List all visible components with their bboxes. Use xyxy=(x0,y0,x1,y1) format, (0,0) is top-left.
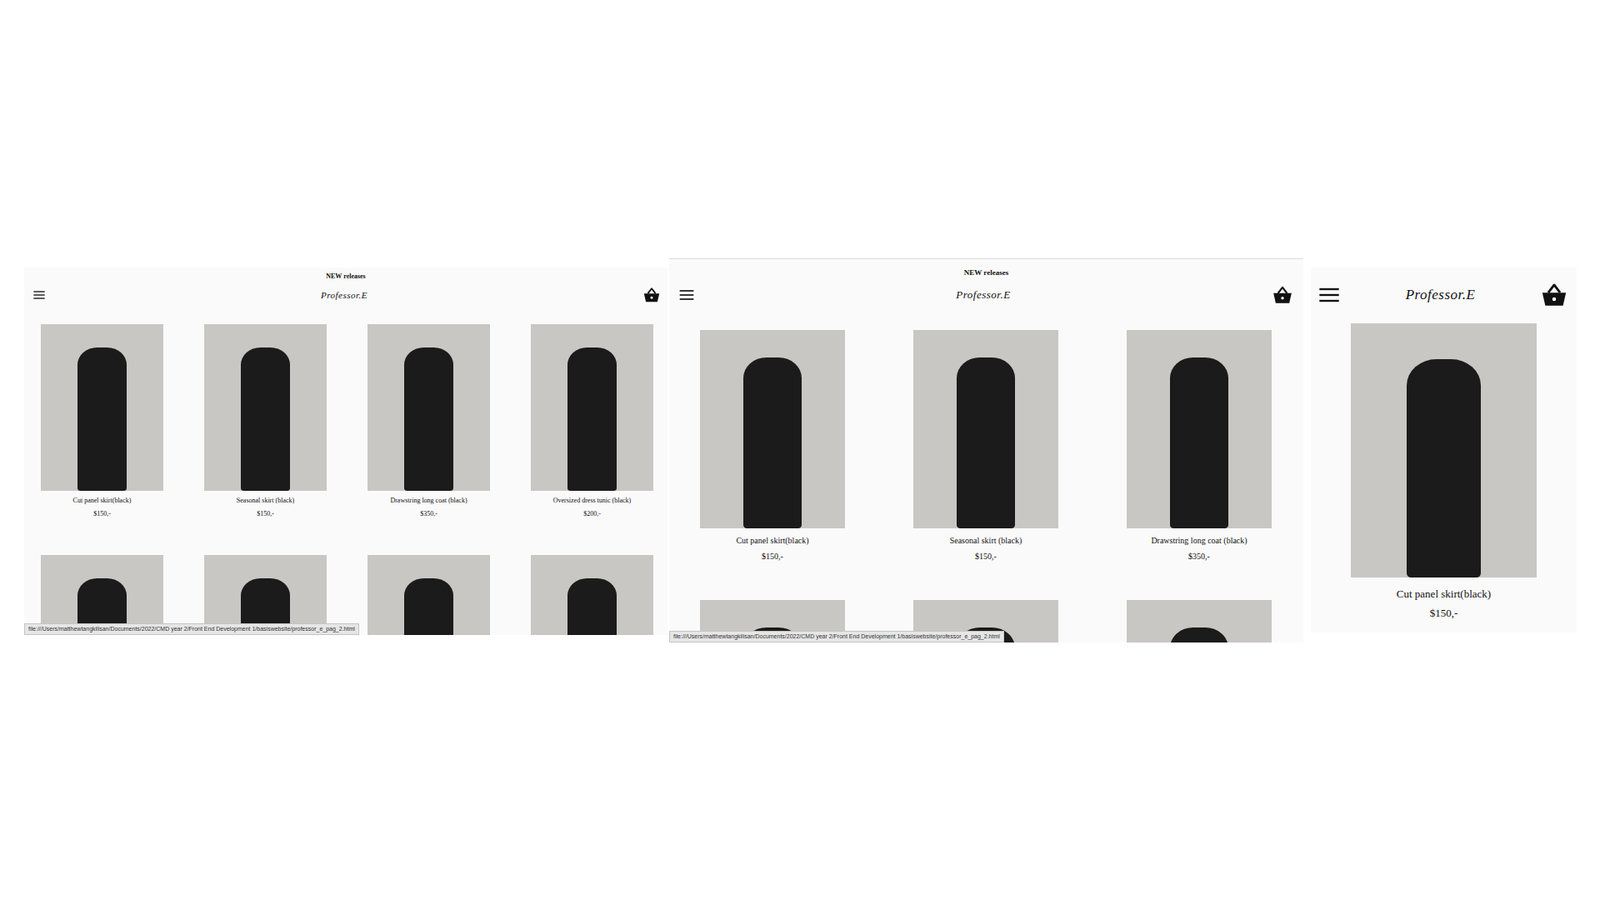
logo[interactable]: Professor.E xyxy=(955,288,1010,302)
announcement-banner: NEW releases xyxy=(669,259,1304,278)
product-name: Cut panel skirt(black) xyxy=(73,495,132,505)
cart-button[interactable] xyxy=(1540,280,1569,310)
product-price: $350,- xyxy=(1188,550,1210,562)
mobile-view: Professor.E Cut panel skirt(black) $150,… xyxy=(1310,267,1577,633)
product-name: Seasonal skirt (black) xyxy=(950,535,1023,546)
basket-icon xyxy=(642,285,661,305)
product-name: Cut panel skirt(black) xyxy=(1396,587,1491,601)
basket-icon xyxy=(1271,284,1294,306)
product-grid: Cut panel skirt(black) $150,- xyxy=(1310,314,1577,620)
menu-button[interactable] xyxy=(32,288,46,302)
nav-bar: Professor.E xyxy=(669,277,1304,313)
menu-button[interactable] xyxy=(678,286,695,304)
product-photo xyxy=(367,555,490,635)
product-card[interactable]: Oversized dress tunic (black) $200,- xyxy=(530,324,654,519)
hamburger-icon xyxy=(678,286,695,304)
product-card[interactable]: Cut panel skirt(black) $150,- xyxy=(700,330,845,562)
product-price: $150,- xyxy=(975,550,997,562)
desktop-view: NEW releases Professor.E Cut panel skirt… xyxy=(24,267,668,635)
product-price: $350,- xyxy=(420,509,438,519)
status-url: file:///Users/matthewtangkilisan/Documen… xyxy=(24,623,360,635)
menu-button[interactable] xyxy=(1317,283,1341,307)
product-photo xyxy=(700,330,845,529)
product-name: Oversized dress tunic (black) xyxy=(553,495,632,505)
responsive-views: NEW releases Professor.E Cut panel skirt… xyxy=(0,0,1600,643)
status-url: file:///Users/matthewtangkilisan/Documen… xyxy=(669,630,1005,643)
hamburger-icon xyxy=(32,288,46,302)
announcement-banner: NEW releases xyxy=(24,267,668,282)
product-price: $150,- xyxy=(761,550,784,562)
product-card[interactable] xyxy=(1126,600,1272,643)
hamburger-icon xyxy=(1317,283,1341,307)
basket-icon xyxy=(1540,280,1569,310)
product-photo xyxy=(913,330,1059,529)
cart-button[interactable] xyxy=(1271,284,1294,306)
product-photo xyxy=(1350,323,1537,578)
product-photo xyxy=(1126,600,1272,643)
product-price: $200,- xyxy=(583,509,601,519)
logo[interactable]: Professor.E xyxy=(320,290,368,300)
product-photo xyxy=(204,324,327,491)
product-name: Drawstring long coat (black) xyxy=(390,495,467,505)
product-photo xyxy=(530,555,654,635)
product-price: $150,- xyxy=(93,509,111,519)
product-photo xyxy=(1126,330,1272,529)
product-card[interactable] xyxy=(530,555,654,635)
product-photo xyxy=(530,324,654,491)
product-card[interactable]: Seasonal skirt (black) $150,- xyxy=(204,324,327,519)
product-price: $150,- xyxy=(1430,606,1459,620)
product-card[interactable]: Drawstring long coat (black) $350,- xyxy=(367,324,490,519)
product-card[interactable]: Drawstring long coat (black) $350,- xyxy=(1126,330,1272,562)
product-card[interactable]: Cut panel skirt(black) $150,- xyxy=(40,324,164,519)
product-photo xyxy=(40,324,164,491)
nav-bar: Professor.E xyxy=(24,281,668,309)
product-name: Seasonal skirt (black) xyxy=(236,495,295,505)
product-card[interactable]: Cut panel skirt(black) $150,- xyxy=(1350,323,1537,620)
product-grid: Cut panel skirt(black) $150,- Seasonal s… xyxy=(24,308,668,635)
screen: NEW releases Professor.E Cut panel skirt… xyxy=(0,0,1600,900)
product-card[interactable]: Seasonal skirt (black) $150,- xyxy=(913,330,1059,562)
product-photo xyxy=(367,324,490,491)
product-card[interactable] xyxy=(367,555,490,635)
product-name: Cut panel skirt(black) xyxy=(735,535,809,546)
product-grid: Cut panel skirt(black) $150,- Seasonal s… xyxy=(669,312,1304,643)
cart-button[interactable] xyxy=(642,285,661,305)
tablet-view: NEW releases Professor.E Cut panel skirt… xyxy=(669,258,1304,643)
nav-bar: Professor.E xyxy=(1310,267,1577,315)
product-price: $150,- xyxy=(256,509,275,519)
product-name: Drawstring long coat (black) xyxy=(1150,535,1247,546)
logo[interactable]: Professor.E xyxy=(1405,286,1476,304)
